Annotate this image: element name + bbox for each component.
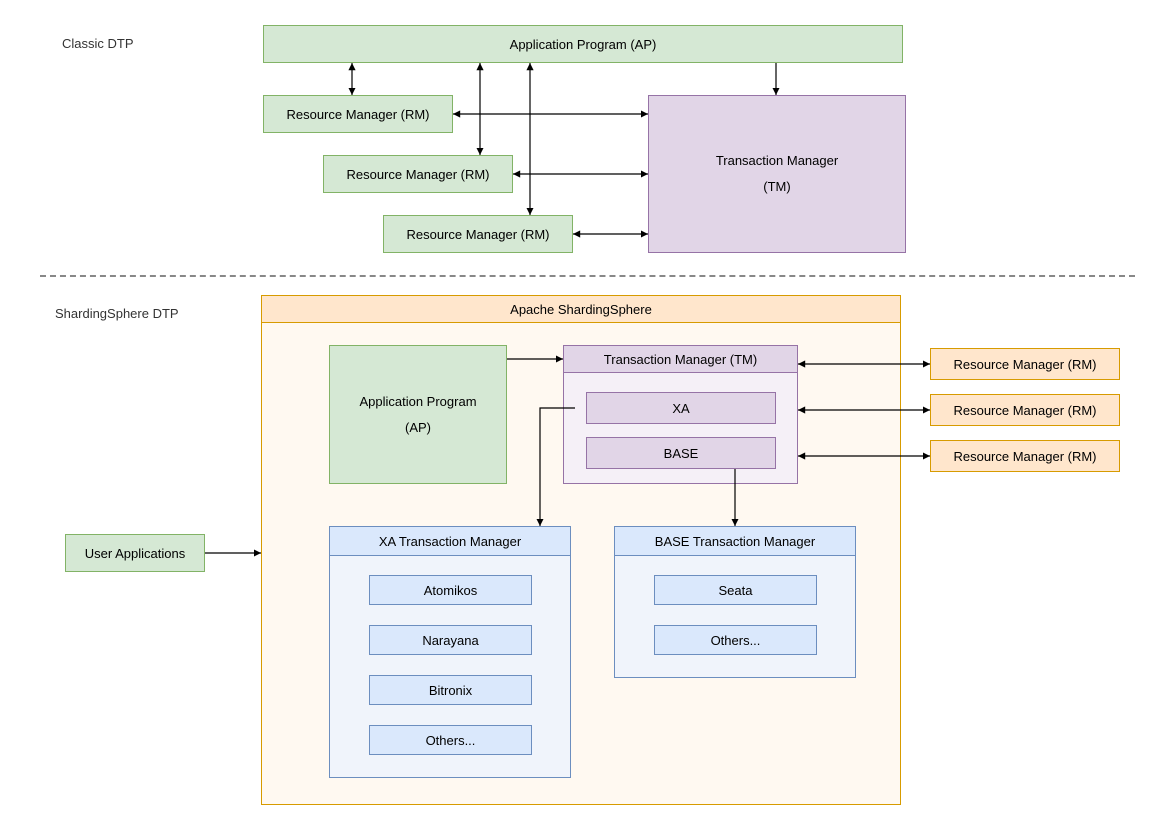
classic-rm3-label: Resource Manager (RM) — [406, 227, 549, 242]
ss-base-others-label: Others... — [711, 633, 761, 648]
ss-xa-mgr-header: XA Transaction Manager — [329, 526, 571, 556]
ss-xa-atomikos-label: Atomikos — [424, 583, 477, 598]
ss-xa-box: XA — [586, 392, 776, 424]
ss-base-box: BASE — [586, 437, 776, 469]
ss-base-mgr-header-label: BASE Transaction Manager — [655, 534, 815, 549]
ss-ap-label2: (AP) — [405, 415, 431, 441]
section-divider — [40, 275, 1135, 277]
classic-tm-label2: (TM) — [763, 174, 790, 200]
ss-base-seata: Seata — [654, 575, 817, 605]
ss-xa-mgr-header-label: XA Transaction Manager — [379, 534, 521, 549]
classic-ap-box: Application Program (AP) — [263, 25, 903, 63]
ss-rm2-label: Resource Manager (RM) — [953, 403, 1096, 418]
ss-xa-narayana: Narayana — [369, 625, 532, 655]
ss-base-label: BASE — [664, 446, 699, 461]
classic-rm1-box: Resource Manager (RM) — [263, 95, 453, 133]
ss-xa-others-label: Others... — [426, 733, 476, 748]
ss-base-seata-label: Seata — [719, 583, 753, 598]
classic-dtp-title: Classic DTP — [62, 36, 134, 51]
ss-user-apps-box: User Applications — [65, 534, 205, 572]
ss-ap-label1: Application Program — [359, 389, 476, 415]
classic-rm2-box: Resource Manager (RM) — [323, 155, 513, 193]
classic-rm1-label: Resource Manager (RM) — [286, 107, 429, 122]
ss-xa-narayana-label: Narayana — [422, 633, 478, 648]
ss-xa-bitronix-label: Bitronix — [429, 683, 472, 698]
ss-main-header: Apache ShardingSphere — [261, 295, 901, 323]
classic-ap-label: Application Program (AP) — [510, 37, 657, 52]
classic-rm3-box: Resource Manager (RM) — [383, 215, 573, 253]
ss-rm3-label: Resource Manager (RM) — [953, 449, 1096, 464]
ss-main-header-label: Apache ShardingSphere — [510, 302, 652, 317]
ss-user-apps-label: User Applications — [85, 546, 185, 561]
ss-rm3-box: Resource Manager (RM) — [930, 440, 1120, 472]
ss-base-mgr-header: BASE Transaction Manager — [614, 526, 856, 556]
ss-rm2-box: Resource Manager (RM) — [930, 394, 1120, 426]
ss-xa-atomikos: Atomikos — [369, 575, 532, 605]
ss-xa-label: XA — [672, 401, 689, 416]
ss-tm-header: Transaction Manager (TM) — [563, 345, 798, 373]
ss-dtp-title: ShardingSphere DTP — [55, 306, 179, 321]
ss-ap-box: Application Program (AP) — [329, 345, 507, 484]
classic-tm-box: Transaction Manager (TM) — [648, 95, 906, 253]
ss-base-others: Others... — [654, 625, 817, 655]
ss-rm1-label: Resource Manager (RM) — [953, 357, 1096, 372]
ss-tm-header-label: Transaction Manager (TM) — [604, 352, 757, 367]
ss-rm1-box: Resource Manager (RM) — [930, 348, 1120, 380]
classic-tm-label1: Transaction Manager — [716, 148, 838, 174]
ss-xa-others: Others... — [369, 725, 532, 755]
classic-rm2-label: Resource Manager (RM) — [346, 167, 489, 182]
ss-xa-bitronix: Bitronix — [369, 675, 532, 705]
